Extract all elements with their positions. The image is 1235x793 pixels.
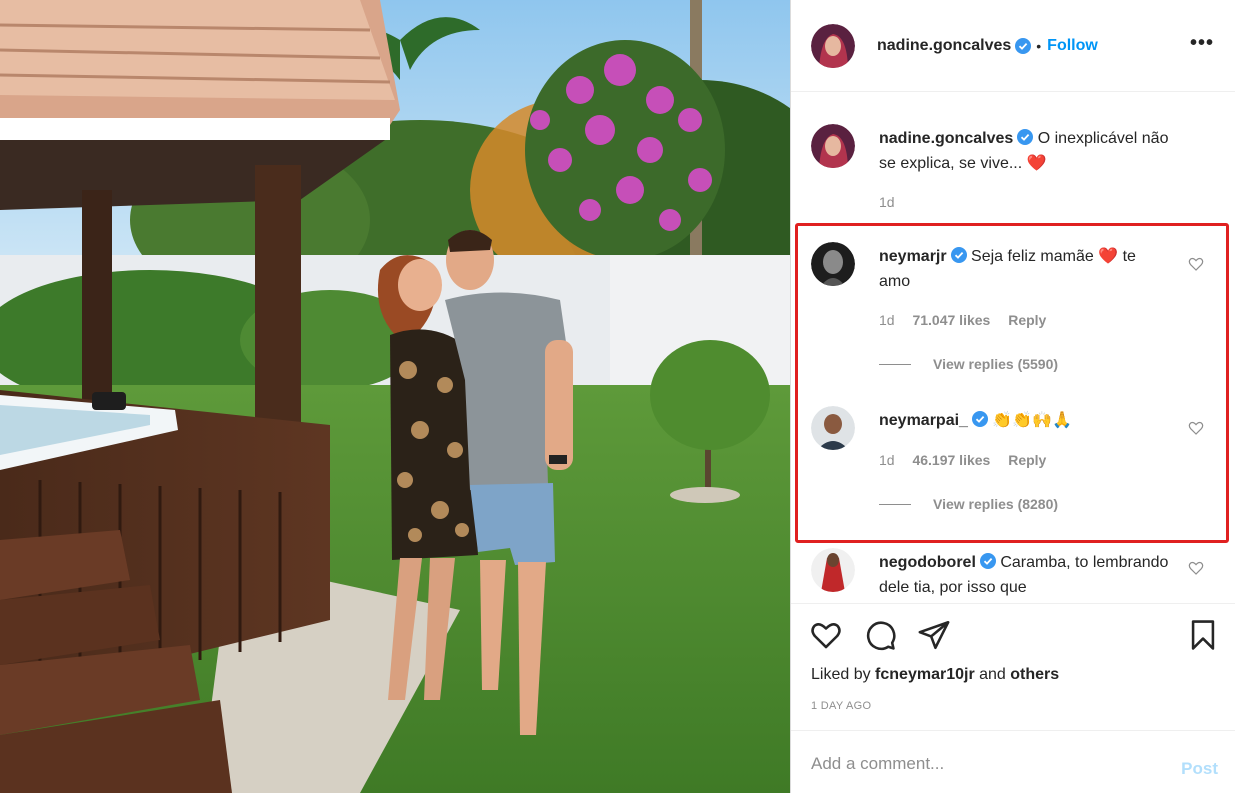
post-caption: nadine.goncalves O inexplicável não se e… bbox=[811, 124, 1216, 214]
reply-button[interactable]: Reply bbox=[1008, 312, 1046, 328]
caption-age[interactable]: 1d bbox=[879, 194, 895, 210]
post-comment-button[interactable]: Post bbox=[1181, 759, 1218, 779]
comment-age[interactable]: 1d bbox=[879, 452, 895, 468]
liked-by-line: Liked by fcneymar10jr and others bbox=[811, 666, 1059, 684]
heart-emoji: ❤️ bbox=[1098, 248, 1119, 265]
comment-emoji: 👏👏🙌🙏 bbox=[992, 412, 1073, 429]
comment-item: negodoborel Caramba, to lembrando dele t… bbox=[811, 548, 1216, 603]
heart-emoji: ❤️ bbox=[1026, 155, 1047, 172]
post-photo[interactable] bbox=[0, 0, 790, 793]
author-avatar[interactable] bbox=[811, 124, 855, 168]
like-comment-heart-icon[interactable] bbox=[1188, 256, 1204, 272]
liked-prefix: Liked by bbox=[811, 666, 871, 683]
view-replies-label: View replies (8280) bbox=[933, 496, 1059, 512]
liked-others-link[interactable]: others bbox=[1010, 666, 1059, 683]
post-time-ago[interactable]: 1 DAY AGO bbox=[811, 700, 871, 712]
save-bookmark-icon[interactable] bbox=[1186, 618, 1220, 652]
caption-meta: 1d bbox=[879, 194, 909, 210]
comment-bubble-icon[interactable] bbox=[863, 618, 897, 652]
post-header: nadine.goncalves • Follow ••• bbox=[791, 0, 1235, 92]
verified-badge-icon bbox=[979, 553, 996, 569]
author-avatar[interactable] bbox=[811, 23, 855, 68]
commenter-avatar[interactable] bbox=[811, 548, 855, 592]
liked-user-link[interactable]: fcneymar10jr bbox=[875, 666, 975, 683]
verified-badge-icon bbox=[1017, 129, 1034, 145]
like-comment-heart-icon[interactable] bbox=[1188, 560, 1204, 576]
comment-likes[interactable]: 71.047 likes bbox=[912, 312, 990, 328]
caption-username[interactable]: nadine.goncalves bbox=[879, 130, 1013, 147]
comment-text: Seja feliz mamãe bbox=[971, 248, 1094, 265]
view-replies-button[interactable]: View replies (5590) bbox=[879, 356, 1058, 372]
view-replies-label: View replies (5590) bbox=[933, 356, 1059, 372]
comment-meta: 1d 71.047 likes Reply bbox=[879, 312, 1060, 328]
more-options-icon[interactable]: ••• bbox=[1190, 32, 1214, 55]
comment-item: neymarjr Seja feliz mamãe ❤️ te amo 1d 7… bbox=[811, 242, 1216, 382]
commenter-avatar[interactable] bbox=[811, 242, 855, 286]
comment-username[interactable]: neymarpai_ bbox=[879, 412, 968, 429]
share-paper-plane-icon[interactable] bbox=[917, 618, 951, 652]
comment-username[interactable]: neymarjr bbox=[879, 248, 947, 265]
comment-username[interactable]: negodoborel bbox=[879, 554, 976, 571]
verified-badge-icon bbox=[971, 411, 988, 427]
comment-meta: 1d 46.197 likes Reply bbox=[879, 452, 1060, 468]
comment-likes[interactable]: 46.197 likes bbox=[912, 452, 990, 468]
verified-badge-icon bbox=[950, 247, 967, 263]
liked-and: and bbox=[979, 666, 1006, 683]
author-username[interactable]: nadine.goncalves bbox=[877, 37, 1011, 55]
like-heart-icon[interactable] bbox=[809, 618, 843, 652]
replies-divider bbox=[879, 503, 911, 505]
post-actions: Liked by fcneymar10jr and others 1 DAY A… bbox=[791, 603, 1235, 793]
replies-divider bbox=[879, 363, 911, 365]
post-image bbox=[0, 0, 790, 793]
view-replies-button[interactable]: View replies (8280) bbox=[879, 496, 1058, 512]
comment-item: neymarpai_ 👏👏🙌🙏 1d 46.197 likes Reply Vi… bbox=[811, 406, 1216, 526]
reply-button[interactable]: Reply bbox=[1008, 452, 1046, 468]
comment-bar: Post bbox=[791, 730, 1235, 793]
commenter-avatar[interactable] bbox=[811, 406, 855, 450]
comment-age[interactable]: 1d bbox=[879, 312, 895, 328]
verified-badge-icon bbox=[1015, 37, 1032, 54]
add-comment-input[interactable] bbox=[811, 751, 1151, 777]
post-side-panel: nadine.goncalves • Follow ••• nadine.gon… bbox=[790, 0, 1235, 793]
follow-button[interactable]: Follow bbox=[1047, 37, 1098, 55]
like-comment-heart-icon[interactable] bbox=[1188, 420, 1204, 436]
separator-dot: • bbox=[1036, 37, 1042, 54]
